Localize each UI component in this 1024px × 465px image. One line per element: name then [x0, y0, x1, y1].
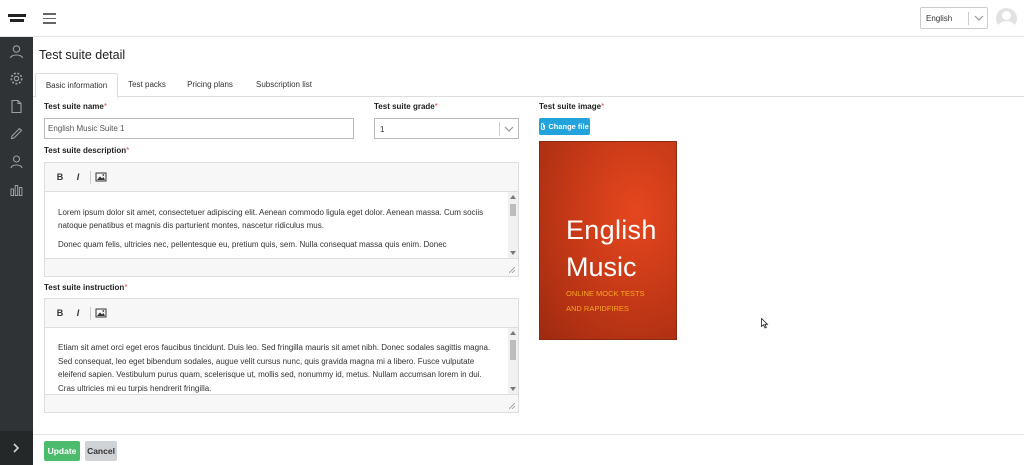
- bold-button[interactable]: B: [54, 306, 66, 320]
- editor-scrollbar[interactable]: [508, 192, 518, 258]
- tab-pricing-plans[interactable]: Pricing plans: [180, 73, 240, 97]
- description-editor[interactable]: B I Lorem ipsum dolor sit amet, consecte…: [44, 162, 519, 277]
- user-group-icon[interactable]: [9, 154, 24, 169]
- insert-image-icon[interactable]: [95, 306, 107, 320]
- test-suite-instruction-label: Test suite instruction*: [44, 283, 128, 292]
- cover-subtitle-line2: AND RAPIDFIRES: [566, 304, 629, 313]
- italic-button[interactable]: I: [72, 170, 84, 184]
- resize-handle-icon[interactable]: [509, 267, 515, 273]
- chevron-right-icon: [13, 443, 20, 453]
- test-suite-image-label: Test suite image*: [539, 102, 605, 111]
- paperclip-icon: [541, 123, 546, 130]
- top-bar: English: [0, 0, 1024, 37]
- app-logo[interactable]: [8, 13, 26, 24]
- select-divider: [968, 12, 969, 25]
- tab-bar: Basic information Test packs Pricing pla…: [33, 73, 1024, 98]
- bold-button[interactable]: B: [54, 170, 66, 184]
- change-file-button[interactable]: Change file: [539, 118, 590, 135]
- cover-title-line2: Music: [566, 252, 637, 282]
- document-icon[interactable]: [9, 99, 24, 114]
- tab-subscription-list[interactable]: Subscription list: [248, 73, 320, 97]
- chevron-down-icon: [974, 15, 984, 21]
- language-value: English: [926, 14, 953, 23]
- mouse-cursor-icon: [761, 318, 769, 329]
- form-footer: [33, 434, 1024, 465]
- bar-chart-icon[interactable]: [9, 182, 24, 197]
- menu-toggle-icon[interactable]: [43, 13, 56, 24]
- gear-icon[interactable]: [9, 71, 24, 86]
- user-icon[interactable]: [9, 44, 24, 59]
- cancel-button[interactable]: Cancel: [85, 441, 117, 461]
- test-suite-description-label: Test suite description*: [44, 146, 130, 155]
- update-button[interactable]: Update: [44, 441, 80, 461]
- select-divider: [499, 122, 500, 136]
- instruction-editor[interactable]: B I Etiam sit amet orci eget eros faucib…: [44, 298, 519, 413]
- description-content[interactable]: Lorem ipsum dolor sit amet, consectetuer…: [45, 192, 518, 258]
- test-suite-name-input[interactable]: [44, 118, 354, 139]
- editor-statusbar: [45, 258, 518, 276]
- editor-scrollbar[interactable]: [508, 328, 518, 394]
- resize-handle-icon[interactable]: [509, 403, 515, 409]
- test-suite-grade-label: Test suite grade*: [374, 102, 438, 111]
- language-select[interactable]: English: [920, 7, 988, 29]
- tab-basic-information[interactable]: Basic information: [35, 73, 118, 98]
- instruction-content[interactable]: Etiam sit amet orci eget eros faucibus t…: [45, 328, 518, 394]
- italic-button[interactable]: I: [72, 306, 84, 320]
- cover-title-line1: English: [566, 215, 657, 245]
- user-avatar[interactable]: [996, 8, 1017, 29]
- logo-mark: [8, 14, 26, 22]
- editor-toolbar: B I: [45, 299, 518, 328]
- tab-test-packs[interactable]: Test packs: [121, 73, 173, 97]
- description-paragraph: Donec quam felis, ultricies nec, pellent…: [58, 240, 447, 249]
- grade-value: 1: [380, 125, 385, 134]
- chevron-down-icon: [504, 126, 514, 132]
- test-suite-grade-select[interactable]: 1: [374, 118, 519, 139]
- insert-image-icon[interactable]: [95, 170, 107, 184]
- test-suite-name-label: Test suite name*: [44, 102, 107, 111]
- instruction-paragraph: Etiam sit amet orci eget eros faucibus t…: [58, 343, 491, 393]
- cover-subtitle-line1: ONLINE MOCK TESTS: [566, 289, 645, 298]
- sidebar: [0, 37, 33, 465]
- editor-statusbar: [45, 394, 518, 412]
- pencil-icon[interactable]: [9, 126, 24, 141]
- test-suite-cover-image: English Music ONLINE MOCK TESTS AND RAPI…: [539, 141, 677, 340]
- editor-toolbar: B I: [45, 163, 518, 192]
- description-paragraph: Lorem ipsum dolor sit amet, consectetuer…: [58, 208, 484, 230]
- sidebar-expand-button[interactable]: [0, 431, 33, 465]
- page-title: Test suite detail: [39, 48, 126, 62]
